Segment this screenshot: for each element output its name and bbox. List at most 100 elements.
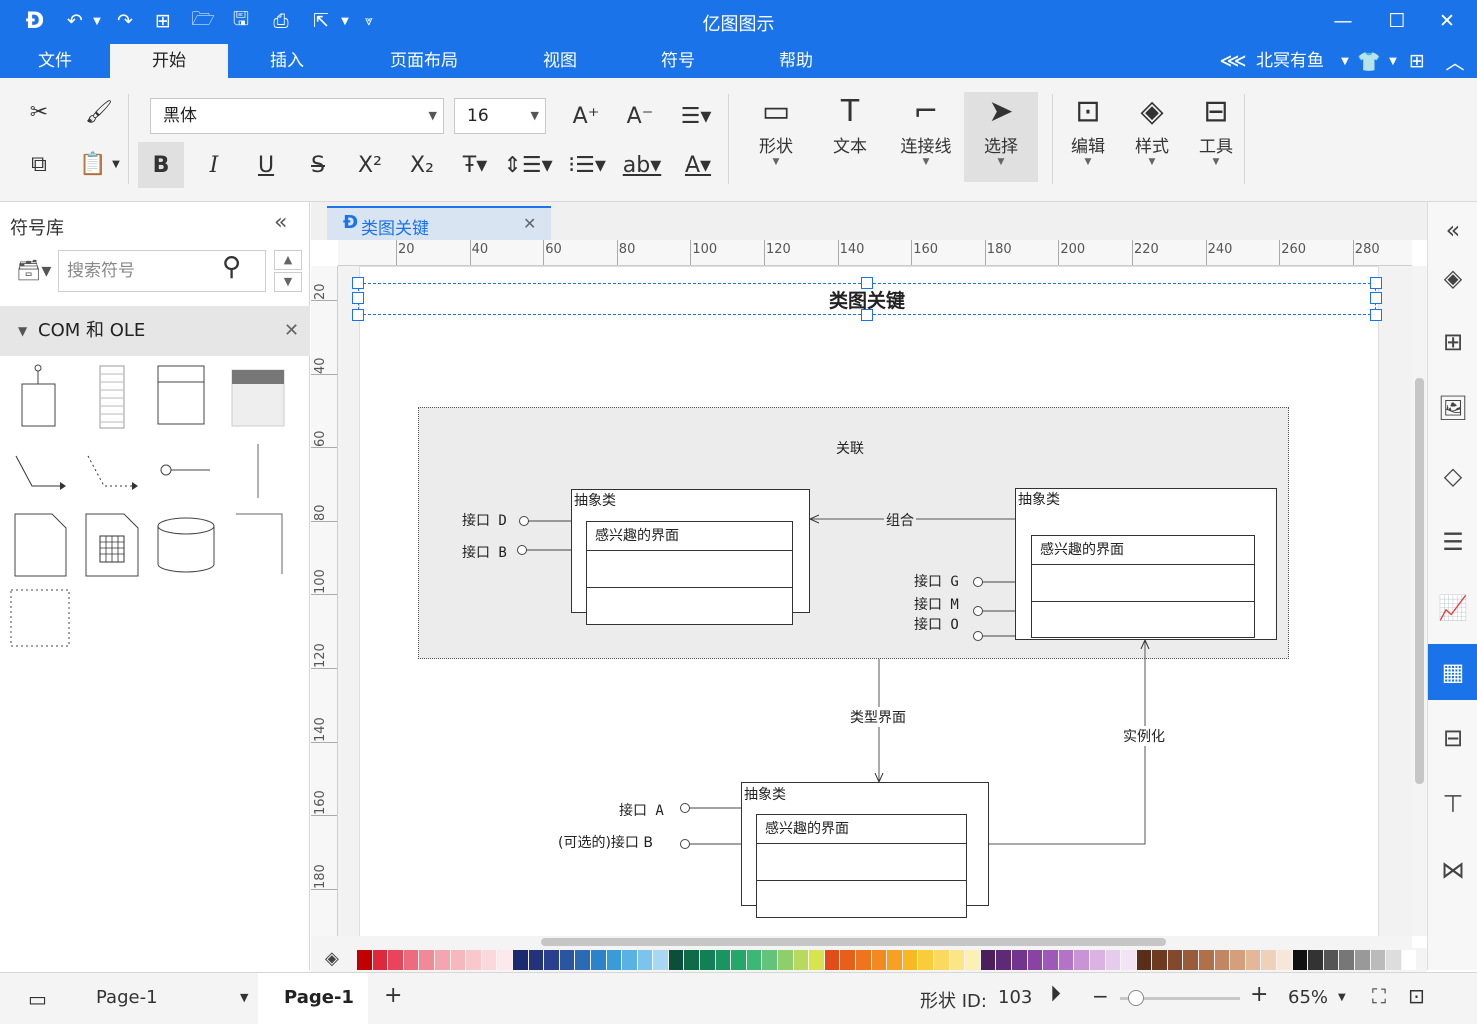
cut-icon[interactable]: ✂: [20, 94, 58, 130]
minimize-icon[interactable]: —: [1330, 8, 1356, 34]
chart-icon[interactable]: 📈: [1428, 580, 1477, 636]
color-swatch[interactable]: [559, 950, 576, 970]
color-swatch[interactable]: [996, 950, 1012, 970]
fit-page-icon[interactable]: ⛶: [1372, 984, 1386, 1008]
apps-grid-icon[interactable]: ⊞: [1404, 48, 1430, 74]
close-tab-icon[interactable]: ✕: [523, 214, 536, 233]
bold-button[interactable]: B: [138, 142, 184, 188]
symbol-bent-arrow[interactable]: [15, 455, 66, 490]
symbol-dotted-frame[interactable]: [10, 589, 70, 647]
undo-dropdown-icon[interactable]: ▼: [84, 8, 110, 34]
strikethrough-button[interactable]: S: [300, 142, 336, 188]
color-swatch[interactable]: [700, 950, 716, 970]
composition-label[interactable]: 组合: [884, 510, 916, 530]
color-swatch[interactable]: [949, 950, 966, 970]
font-color-icon[interactable]: A▾: [674, 142, 722, 188]
color-swatch[interactable]: [856, 950, 872, 970]
open-folder-icon[interactable]: 🗁: [190, 8, 216, 34]
color-swatch[interactable]: [933, 950, 950, 970]
color-swatch[interactable]: [1167, 950, 1184, 970]
color-swatch[interactable]: [622, 950, 638, 970]
page-tab[interactable]: Page-1: [258, 973, 368, 1025]
skin-dropdown-icon[interactable]: ▼: [1380, 48, 1406, 74]
share-icon[interactable]: ⋘: [1219, 48, 1246, 74]
color-swatch[interactable]: [1199, 950, 1215, 970]
color-swatch[interactable]: [684, 950, 701, 970]
page-selector[interactable]: Page-1: [96, 987, 158, 1008]
menu-insert[interactable]: 插入: [232, 44, 342, 78]
close-window-icon[interactable]: ✕: [1434, 8, 1460, 34]
symbol-dotted-arrow[interactable]: [87, 455, 138, 490]
vertical-scroll-thumb[interactable]: [1415, 378, 1424, 784]
color-swatch[interactable]: [918, 950, 934, 970]
color-swatch[interactable]: [1292, 950, 1309, 970]
class1-interface-box[interactable]: 感兴趣的界面: [586, 521, 793, 625]
color-swatch[interactable]: [388, 950, 404, 970]
color-swatch[interactable]: [434, 950, 451, 970]
zoom-dropdown-icon[interactable]: ▼: [1338, 992, 1346, 1003]
export-icon[interactable]: ⇱: [308, 8, 334, 34]
new-file-icon[interactable]: ⊞: [150, 8, 176, 34]
color-swatch[interactable]: [637, 950, 654, 970]
redo-icon[interactable]: ↷: [112, 8, 138, 34]
italic-button[interactable]: I: [196, 142, 232, 188]
instantiate-label[interactable]: 实例化: [1121, 726, 1167, 746]
color-swatch[interactable]: [544, 950, 560, 970]
image-icon[interactable]: 🖼: [1428, 380, 1477, 436]
layout-grid-icon[interactable]: ⊞: [1428, 314, 1477, 370]
account-dropdown-icon[interactable]: ▼: [1332, 48, 1358, 74]
fill-icon[interactable]: ◈: [1428, 250, 1477, 306]
color-swatch[interactable]: [1074, 950, 1090, 970]
symbol-corner-line[interactable]: [236, 513, 283, 574]
add-page-icon[interactable]: +: [384, 983, 402, 1008]
horizontal-scrollbar[interactable]: [311, 936, 1412, 948]
color-swatch[interactable]: [1355, 950, 1371, 970]
color-swatch[interactable]: [1152, 950, 1168, 970]
line-spacing-icon[interactable]: ⇕☰▾: [503, 142, 552, 188]
document-tab[interactable]: Ð 类图关键 ✕: [327, 206, 551, 240]
paste-icon[interactable]: 📋: [78, 146, 108, 182]
copy-icon[interactable]: ⧉: [20, 146, 58, 182]
color-swatch[interactable]: [512, 950, 529, 970]
style-button[interactable]: ◈ 样式 ▼: [1122, 92, 1182, 182]
save-icon[interactable]: 🖫: [228, 8, 254, 34]
color-swatch[interactable]: [1230, 950, 1246, 970]
tools-button[interactable]: ⊟ 工具 ▼: [1186, 92, 1246, 182]
page-list-icon[interactable]: ▭: [28, 987, 47, 1011]
collapse-ribbon-icon[interactable]: ︿: [1442, 48, 1468, 74]
color-swatch[interactable]: [466, 950, 482, 970]
color-swatch[interactable]: [1323, 950, 1340, 970]
paste-dropdown-icon[interactable]: ▼: [108, 146, 124, 182]
increase-font-icon[interactable]: A⁺: [566, 98, 606, 134]
color-swatch[interactable]: [778, 950, 794, 970]
export-dropdown-icon[interactable]: ▼: [332, 8, 358, 34]
page-selector-dropdown-icon[interactable]: ▼: [240, 991, 248, 1004]
color-swatch[interactable]: [1183, 950, 1200, 970]
class2-interface-box[interactable]: 感兴趣的界面: [1031, 535, 1255, 638]
color-swatch[interactable]: [840, 950, 856, 970]
highlight-icon[interactable]: ab▾: [618, 142, 666, 188]
select-button[interactable]: ➤ 选择 ▼: [964, 92, 1038, 182]
color-swatch[interactable]: [1011, 950, 1028, 970]
symbol-document[interactable]: [14, 513, 67, 577]
color-swatch[interactable]: [965, 950, 981, 970]
color-swatch[interactable]: [1089, 950, 1106, 970]
fill-bucket-icon[interactable]: ◈: [325, 948, 339, 969]
color-swatch[interactable]: [575, 950, 591, 970]
color-swatch[interactable]: [1105, 950, 1122, 970]
outline-icon[interactable]: ⊤: [1428, 776, 1477, 832]
scroll-down-icon[interactable]: ▼: [274, 272, 302, 292]
color-swatch[interactable]: [653, 950, 669, 970]
mindmap-icon[interactable]: ⋈: [1428, 842, 1477, 898]
horizontal-scroll-thumb[interactable]: [541, 938, 1166, 946]
color-swatch[interactable]: [1027, 950, 1044, 970]
account-name[interactable]: 北冥有鱼: [1256, 44, 1332, 78]
symbol-class-box[interactable]: [157, 365, 205, 425]
color-swatch[interactable]: [403, 950, 420, 970]
color-swatch[interactable]: [357, 950, 373, 970]
zoom-slider[interactable]: [1120, 990, 1240, 1006]
layers-icon[interactable]: ◇: [1428, 448, 1477, 504]
symbol-lollipop-line[interactable]: [160, 464, 210, 476]
symbol-database-cylinder[interactable]: [157, 517, 215, 573]
zoom-slider-knob[interactable]: [1128, 990, 1144, 1006]
